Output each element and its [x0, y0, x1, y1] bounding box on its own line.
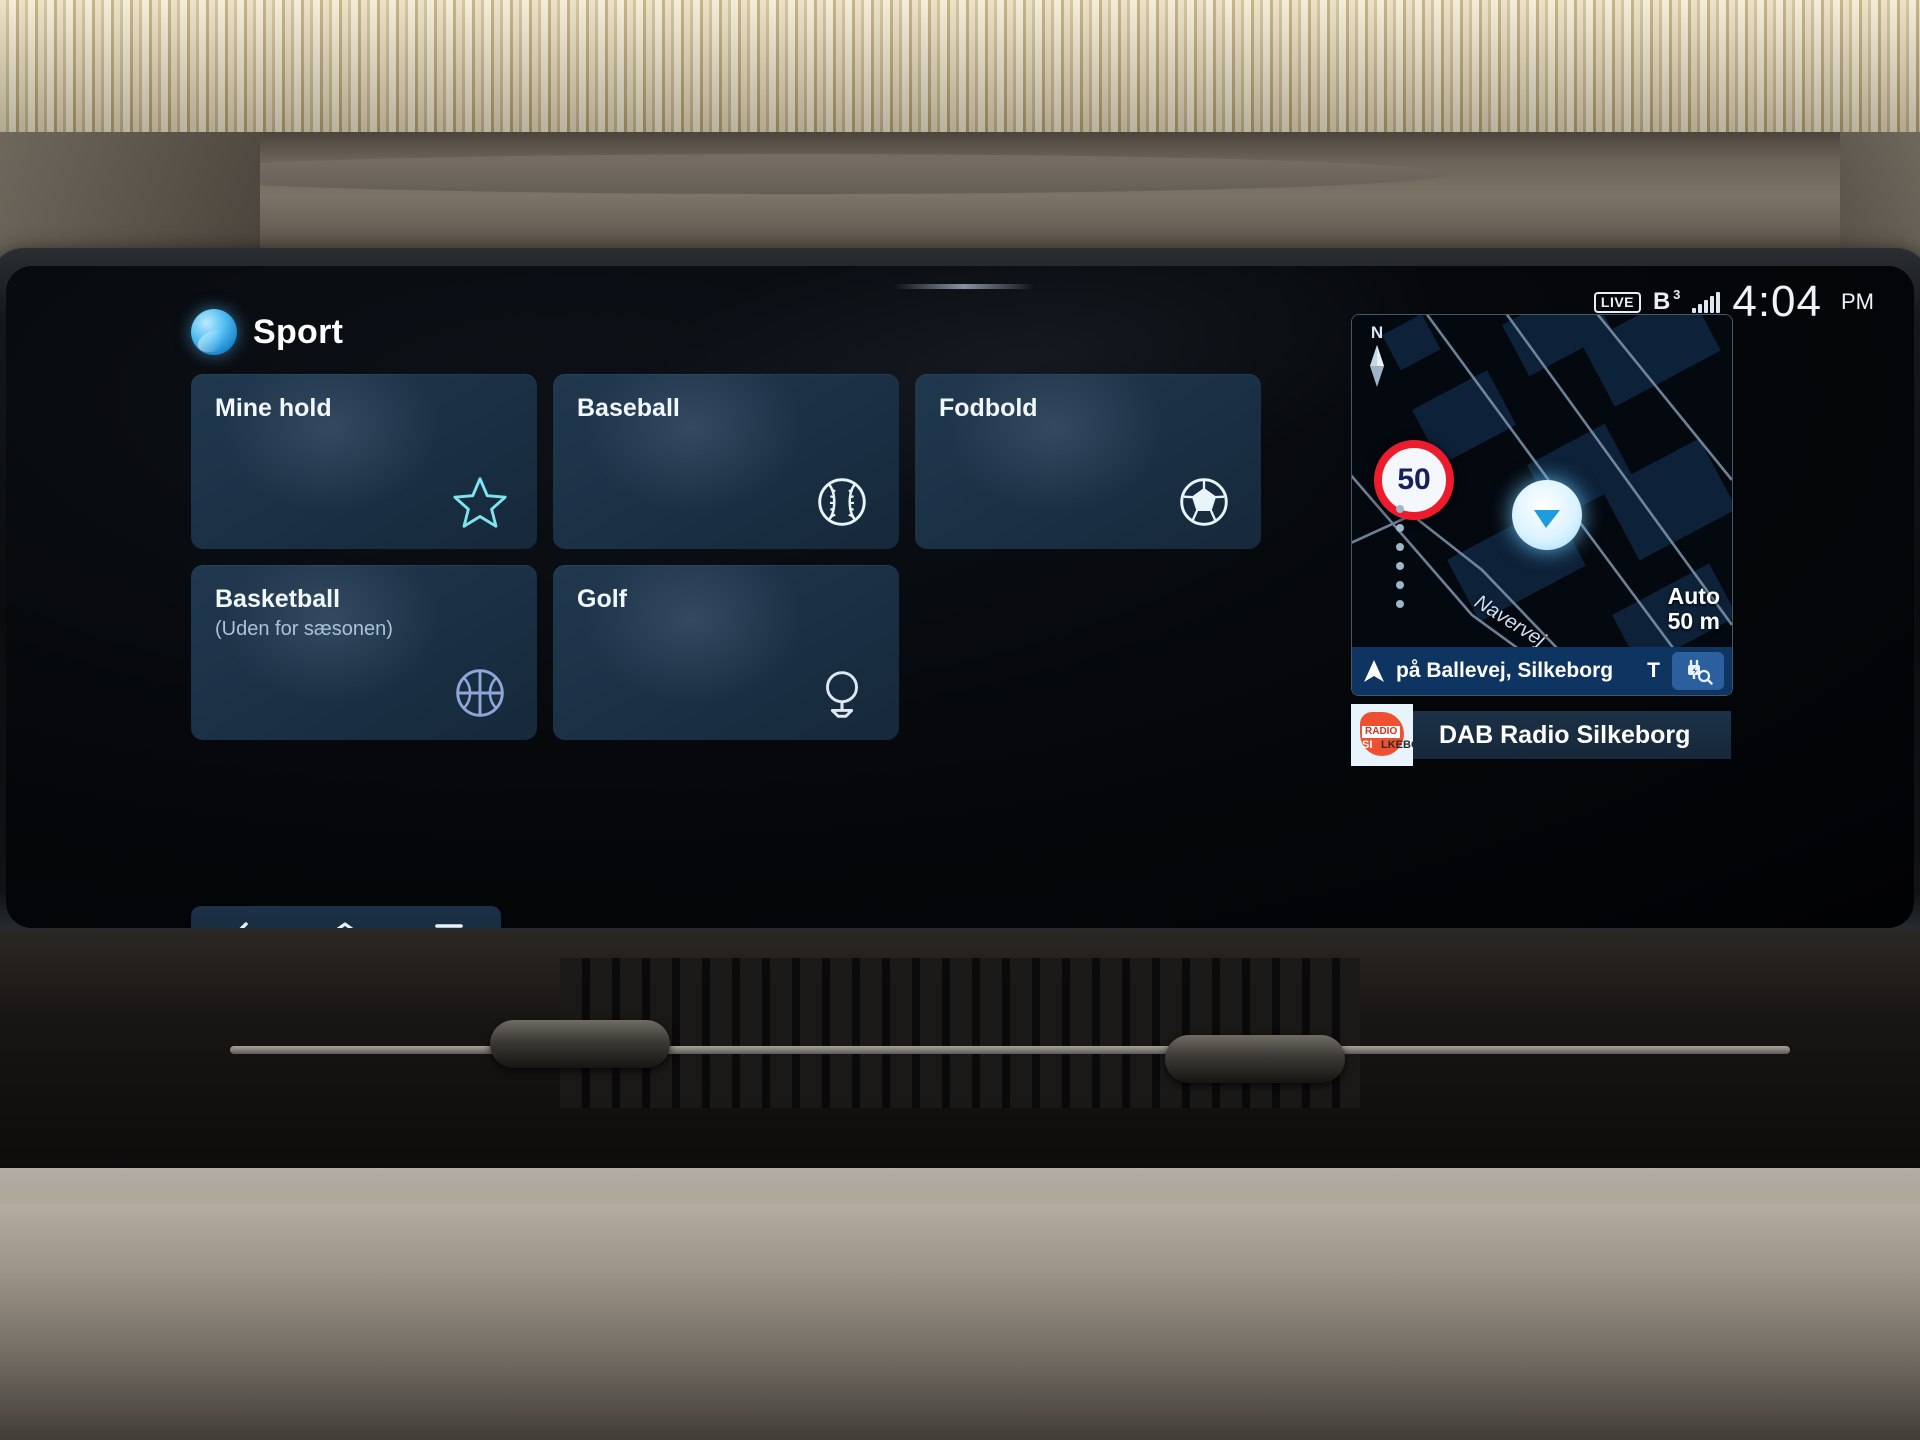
- artwork-line1: RADIO: [1362, 726, 1401, 738]
- vent-control-left[interactable]: [490, 1020, 670, 1068]
- soccer-ball-icon: [1173, 471, 1235, 533]
- tile-title: Mine hold: [215, 394, 332, 422]
- tile-title: Golf: [577, 585, 627, 613]
- tile-fodbold[interactable]: Fodbold: [915, 374, 1261, 549]
- app-navigation-bar: [191, 906, 501, 928]
- compass-north-label: N: [1370, 323, 1384, 342]
- infotainment-display[interactable]: LIVE B3 4:04 PM Sport Mine hold Baseball…: [6, 266, 1914, 928]
- clock-ampm: PM: [1841, 289, 1874, 314]
- radio-now-playing-widget[interactable]: RADIO SI LKEBORG DAB Radio Silkeborg: [1351, 704, 1731, 766]
- menu-icon[interactable]: [433, 921, 465, 928]
- sport-app-panel: Sport Mine hold Baseball Fodbold Basketb…: [191, 306, 1311, 886]
- station-info[interactable]: DAB Radio Silkeborg: [1413, 711, 1731, 759]
- sport-tile-grid: Mine hold Baseball Fodbold Basketball (U…: [191, 374, 1261, 740]
- app-header: Sport: [191, 306, 1311, 358]
- navigation-arrow-icon: [1364, 660, 1384, 682]
- map-scale-mode: Auto: [1667, 582, 1720, 609]
- vent-control-right[interactable]: [1165, 1035, 1345, 1083]
- speaker-slit: [894, 284, 1034, 289]
- map-guidance-bar[interactable]: på Ballevej, Silkeborg T: [1352, 647, 1732, 695]
- home-icon[interactable]: [329, 919, 361, 928]
- sport-orb-icon: [191, 309, 237, 355]
- baseball-icon: [811, 471, 873, 533]
- map-widget[interactable]: N 50 Navervej Auto 50 m på Ballevej, Sil…: [1351, 314, 1733, 696]
- station-name: DAB Radio Silkeborg: [1439, 720, 1691, 749]
- basketball-icon: [449, 662, 511, 724]
- tile-title: Basketball: [215, 585, 341, 613]
- ev-charger-search-icon[interactable]: [1672, 652, 1724, 690]
- tile-mine-hold[interactable]: Mine hold: [191, 374, 537, 549]
- dab-superscript: 3: [1673, 287, 1681, 302]
- guidance-text: på Ballevej, Silkeborg: [1396, 659, 1614, 682]
- tile-title: Baseball: [577, 394, 680, 422]
- golf-ball-tee-icon: [811, 662, 873, 724]
- wood-trim-background: [0, 0, 1920, 140]
- station-artwork: RADIO SI LKEBORG: [1351, 704, 1413, 766]
- signal-bars-icon: [1692, 291, 1721, 313]
- page-title: Sport: [253, 312, 344, 351]
- tile-basketball[interactable]: Basketball (Uden for sæsonen): [191, 565, 537, 740]
- star-icon: [449, 471, 511, 533]
- dab-label: B: [1653, 288, 1671, 315]
- dab-radio-icon: B3: [1653, 287, 1681, 315]
- vehicle-position-icon: [1512, 480, 1582, 550]
- map-scale-distance: 50 m: [1667, 608, 1720, 635]
- tile-subtitle: (Uden for sæsonen): [215, 618, 393, 640]
- tile-title: Fodbold: [939, 394, 1038, 422]
- compass-needle-icon: N: [1366, 323, 1388, 394]
- traffic-badge[interactable]: T: [1647, 659, 1664, 683]
- artwork-line2: SI: [1362, 739, 1373, 751]
- center-console: EV START STOP HOME MAP SEARCH MEDIA ‹SEE…: [0, 1168, 1920, 1440]
- tile-baseball[interactable]: Baseball: [553, 374, 899, 549]
- speed-limit-sign: 50: [1374, 440, 1454, 520]
- back-icon[interactable]: [227, 919, 257, 928]
- zoom-level-dots: [1396, 505, 1404, 608]
- live-badge: LIVE: [1593, 291, 1642, 313]
- artwork-line3: LKEBORG: [1381, 739, 1413, 751]
- vent-rail: [230, 1046, 1790, 1054]
- clock-time: 4:04: [1732, 277, 1822, 326]
- tile-golf[interactable]: Golf: [553, 565, 899, 740]
- map-scale: Auto 50 m: [1667, 582, 1720, 636]
- vent-slats: [560, 958, 1360, 1108]
- car-infotainment-screenshot: LIVE B3 4:04 PM Sport Mine hold Baseball…: [0, 0, 1920, 1440]
